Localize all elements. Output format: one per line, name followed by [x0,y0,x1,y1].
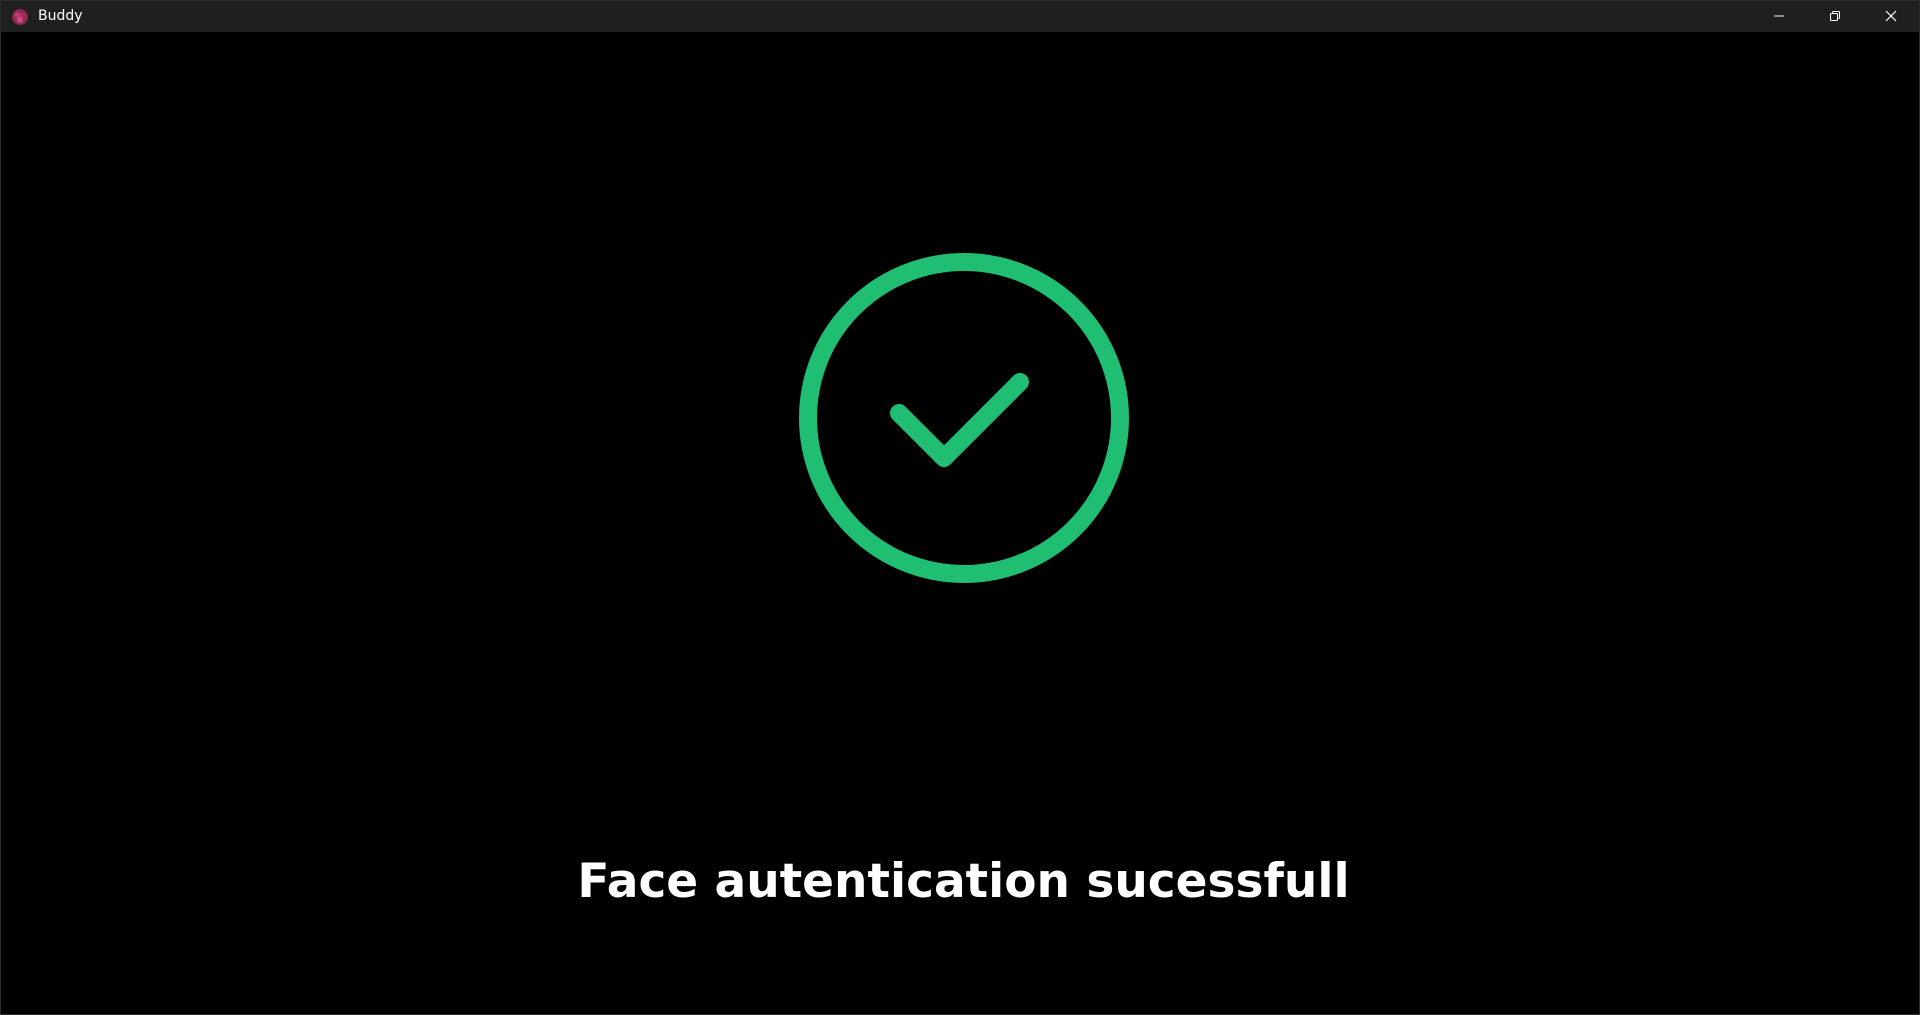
restore-icon [1829,7,1841,26]
title-bar[interactable]: Buddy [1,1,1919,32]
close-button[interactable] [1863,1,1919,32]
status-message: Face autentication sucessfull [577,854,1350,909]
close-icon [1885,7,1897,26]
window-controls [1751,1,1919,32]
window-title: Buddy [38,8,83,24]
check-circle-icon [795,249,1133,587]
app-window: Buddy Face autentication sucessfull [0,0,1920,1015]
minimize-icon [1773,7,1785,26]
minimize-button[interactable] [1751,1,1807,32]
restore-button[interactable] [1807,1,1863,32]
buddy-logo-icon [11,8,29,26]
main-content: Face autentication sucessfull [1,32,1919,1014]
